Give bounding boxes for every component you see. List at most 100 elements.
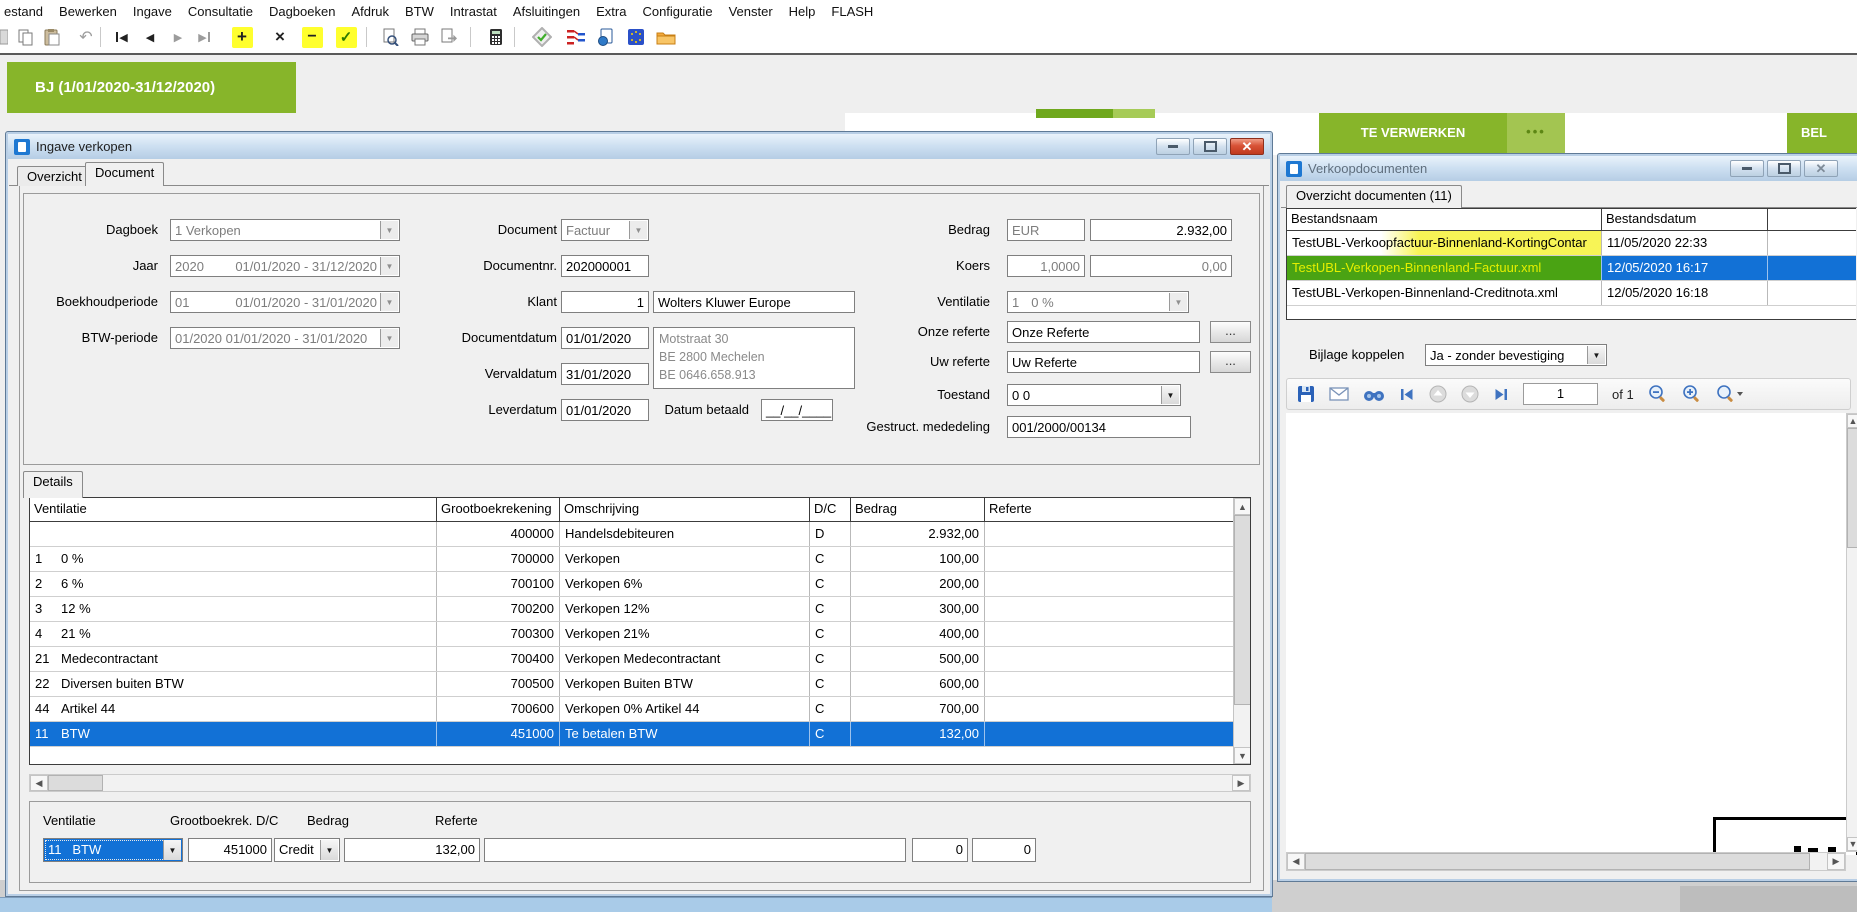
toestand-combo[interactable]: 0 0▼ [1007,384,1181,406]
scroll-right-icon[interactable]: ▶ [1232,775,1250,791]
menu-item-consultatie[interactable]: Consultatie [180,4,261,19]
chevron-down-icon[interactable]: ▼ [1169,293,1187,311]
editor-ventilatie-combo[interactable]: 11 BTW▼ [43,838,183,862]
zoom-out-icon[interactable] [1648,384,1668,404]
scroll-down-icon[interactable]: ▼ [1847,837,1857,851]
column-header[interactable]: Bestandsnaam [1287,209,1602,230]
menu-item-estand[interactable]: estand [0,4,51,19]
sales-window-titlebar[interactable]: Ingave verkopen ✕ [8,134,1270,159]
boekhoudperiode-combo[interactable]: 0101/01/2020 - 31/01/2020▼ [170,291,400,313]
jaar-combo[interactable]: 202001/01/2020 - 31/12/2020▼ [170,255,400,277]
column-header[interactable]: Ventilatie [30,498,437,521]
onze-referte-browse-button[interactable]: ... [1210,321,1251,343]
chevron-down-icon[interactable]: ▼ [380,257,398,275]
match-entries-icon[interactable] [564,25,588,49]
scrollbar-thumb[interactable] [1847,428,1857,548]
scroll-up-icon[interactable]: ▲ [1234,498,1251,515]
add-record-icon[interactable]: + [230,25,254,49]
validate-check-icon[interactable] [530,25,554,49]
editor-extra2-field[interactable]: 0 [972,838,1036,862]
minimize-button[interactable] [1156,138,1190,155]
menu-item-intrastat[interactable]: Intrastat [442,4,505,19]
docs-window-titlebar[interactable]: Verkoopdocumenten ✕ [1280,156,1857,181]
details-table-row[interactable]: 22Diversen buiten BTW700500Verkopen Buit… [30,672,1250,697]
confirm-icon[interactable]: ✓ [334,25,358,49]
chevron-down-icon[interactable]: ▼ [380,221,398,239]
klant-number-field[interactable]: 1 [561,291,649,313]
save-icon[interactable] [1297,385,1315,403]
nav-previous-icon[interactable]: ◀ [138,25,162,49]
document-row[interactable]: TestUBL-Verkopen-Binnenland-Factuur.xml1… [1287,256,1856,281]
column-header[interactable]: D/C [810,498,851,521]
close-button[interactable]: ✕ [1230,138,1264,155]
fiscal-year-tab[interactable]: BJ (1/01/2020-31/12/2020) [7,62,296,113]
valuta-field[interactable]: EUR [1007,219,1085,241]
column-header[interactable]: Referte [985,498,1250,521]
zoom-in-icon[interactable] [1682,384,1702,404]
paste-icon[interactable] [40,25,64,49]
tab-overzicht-documenten[interactable]: Overzicht documenten (11) [1286,185,1462,208]
menu-item-afdruk[interactable]: Afdruk [343,4,397,19]
koers2-field[interactable]: 0,00 [1090,255,1232,277]
document-viewer[interactable] [1286,413,1846,852]
details-table-row[interactable]: 312 %700200Verkopen 12%C300,00 [30,597,1250,622]
scroll-left-icon[interactable]: ◀ [30,775,48,791]
undo-icon[interactable]: ↶ [74,25,98,49]
nav-next-icon[interactable]: ▶ [166,25,190,49]
menu-item-dagboeken[interactable]: Dagboeken [261,4,344,19]
editor-extra1-field[interactable]: 0 [912,838,968,862]
te-verwerken-more-button[interactable]: ••• [1507,113,1565,153]
klant-name-field[interactable]: Wolters Kluwer Europe [653,291,855,313]
menu-item-extra[interactable]: Extra [588,4,634,19]
details-table-row[interactable]: 10 %700000VerkopenC100,00 [30,547,1250,572]
details-table-row[interactable]: 11BTW451000Te betalen BTWC132,00 [30,722,1250,747]
uw-referte-browse-button[interactable]: ... [1210,351,1251,373]
chevron-down-icon[interactable]: ▼ [629,221,647,239]
menu-item-configuratie[interactable]: Configuratie [634,4,720,19]
delete-record-icon[interactable]: × [268,25,292,49]
details-table-row[interactable]: 26 %700100Verkopen 6%C200,00 [30,572,1250,597]
tab-details[interactable]: Details [23,471,83,498]
details-vertical-scrollbar[interactable]: ▲ ▼ [1233,498,1250,764]
nav-first-icon[interactable]: ◀ [110,25,134,49]
email-icon[interactable] [1329,387,1349,401]
export-icon[interactable] [438,25,462,49]
menu-item-ingave[interactable]: Ingave [125,4,180,19]
next-page-icon[interactable] [1461,385,1479,403]
viewer-horizontal-scrollbar[interactable]: ◀ ▶ [1286,852,1846,871]
details-table-row[interactable]: 400000HandelsdebiteurenD2.932,00 [30,522,1250,547]
scroll-up-icon[interactable]: ▲ [1847,414,1857,428]
close-button[interactable]: ✕ [1804,160,1838,177]
editor-bedrag-field[interactable]: 132,00 [344,838,480,862]
column-header[interactable] [1768,209,1856,230]
search-binoculars-icon[interactable] [1363,387,1385,402]
koers-field[interactable]: 1,0000 [1007,255,1085,277]
bijlage-koppelen-combo[interactable]: Ja - zonder bevestiging▼ [1425,344,1607,366]
gestruct-mededeling-field[interactable]: 001/2000/00134 [1007,416,1191,438]
chevron-down-icon[interactable]: ▼ [380,293,398,311]
scrollbar-thumb[interactable] [1305,853,1810,870]
folder-icon[interactable] [654,25,678,49]
vervaldatum-field[interactable]: 31/01/2020 [561,363,649,385]
tab-overzicht[interactable]: Overzicht [17,166,92,186]
first-page-icon[interactable] [1399,388,1415,401]
menu-item-flash[interactable]: FLASH [823,4,881,19]
menu-item-help[interactable]: Help [781,4,824,19]
ventilatie-combo[interactable]: 10 %▼ [1007,291,1189,313]
details-horizontal-scrollbar[interactable]: ◀ ▶ [29,774,1251,792]
details-table-row[interactable]: 44Artikel 44700600Verkopen 0% Artikel 44… [30,697,1250,722]
print-icon[interactable] [408,25,432,49]
details-table-row[interactable]: 21Medecontractant700400Verkopen Medecont… [30,647,1250,672]
menu-item-venster[interactable]: Venster [721,4,781,19]
column-header[interactable]: Bestandsdatum [1602,209,1768,230]
column-header[interactable]: Bedrag [851,498,985,521]
onze-referte-field[interactable]: Onze Referte [1007,321,1200,343]
btw-periode-combo[interactable]: 01/2020 01/01/2020 - 31/01/2020▼ [170,327,400,349]
column-header[interactable]: Grootboekrekening [437,498,560,521]
documentnr-field[interactable]: 202000001 [561,255,649,277]
page-number-field[interactable]: 1 [1523,383,1598,405]
menu-item-afsluitingen[interactable]: Afsluitingen [505,4,588,19]
details-table-row[interactable]: 421 %700300Verkopen 21%C400,00 [30,622,1250,647]
last-page-icon[interactable] [1493,388,1509,401]
editor-rekening-field[interactable]: 451000 [188,838,272,862]
